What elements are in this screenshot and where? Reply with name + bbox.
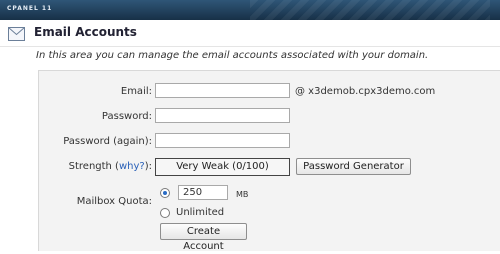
unlimited-label: Unlimited <box>176 207 225 218</box>
page-title: Email Accounts <box>34 25 137 39</box>
password-label: Password: <box>101 111 152 122</box>
password-generator-button[interactable]: Password Generator <box>296 158 411 175</box>
banner-decoration <box>250 0 490 20</box>
password-again-input[interactable] <box>155 133 290 148</box>
email-domain-suffix: @ x3demob.cpx3demo.com <box>295 86 436 97</box>
quota-unlimited-radio[interactable] <box>160 208 170 218</box>
strength-label-end: ): <box>144 161 152 172</box>
email-input[interactable] <box>155 83 290 98</box>
quota-limited-radio[interactable] <box>160 188 170 198</box>
brand-logo: CPANEL 11 <box>7 5 53 12</box>
quota-unit: MB <box>236 190 249 199</box>
mail-icon <box>8 27 25 41</box>
mailbox-quota-label: Mailbox Quota: <box>76 196 152 207</box>
password-input[interactable] <box>155 108 290 123</box>
email-label: Email: <box>120 86 152 97</box>
strength-label-start: Strength ( <box>68 161 119 172</box>
strength-label: Strength (why?): <box>40 161 152 172</box>
password-again-label: Password (again): <box>63 136 152 147</box>
page-description: In this area you can manage the email ac… <box>36 50 429 61</box>
strength-why-link[interactable]: why? <box>119 161 145 172</box>
password-strength-meter: Very Weak (0/100) <box>155 158 290 176</box>
create-account-button[interactable]: Create Account <box>160 223 247 252</box>
top-banner: CPANEL 11 <box>0 0 500 20</box>
page-header: Email Accounts <box>0 20 500 47</box>
quota-value-input[interactable]: 250 <box>178 185 228 200</box>
